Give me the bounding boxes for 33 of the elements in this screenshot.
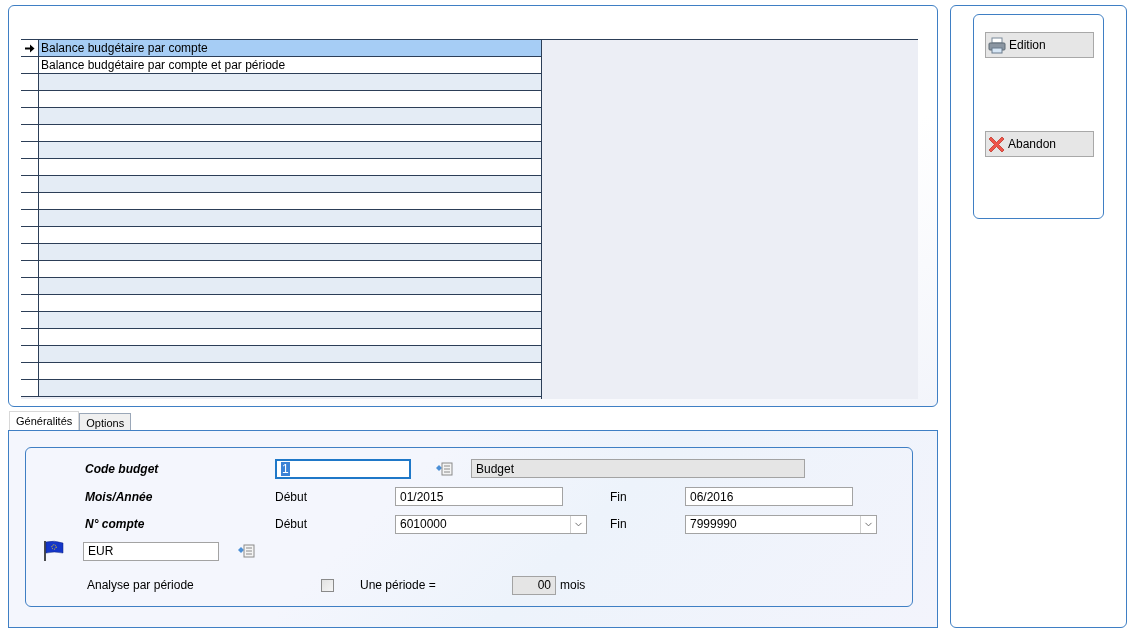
tab[interactable]: Options	[79, 413, 132, 431]
lookup-list-icon[interactable]	[435, 461, 454, 476]
field-label: Début	[275, 517, 309, 532]
field-label: Code budget	[85, 461, 160, 476]
input-field[interactable]: 06/2016	[685, 487, 853, 507]
field-label: N° compte	[85, 517, 146, 532]
action-button[interactable]: Edition	[985, 32, 1094, 58]
description-field: Budget	[471, 459, 805, 479]
action-button[interactable]: Abandon	[985, 131, 1094, 157]
report-name: Balance budgétaire par compte	[40, 40, 208, 56]
input-field[interactable]: EUR	[83, 541, 219, 561]
input-field[interactable]: 1	[275, 458, 411, 479]
cross-icon	[988, 135, 1005, 153]
field-label: Une période =	[360, 578, 437, 593]
dropdown[interactable]: 6010000	[395, 514, 587, 534]
tab[interactable]: Généralités	[9, 411, 80, 431]
printer-icon	[988, 36, 1006, 54]
field-label: Fin	[610, 489, 628, 504]
report-row[interactable]: Balance budgétaire par compte et par période	[21, 57, 541, 74]
row-pointer-icon	[24, 43, 35, 53]
field-label: Mois/Année	[85, 489, 154, 504]
field-label: Début	[275, 489, 309, 504]
input-field[interactable]: 00	[512, 575, 556, 595]
checkbox[interactable]	[321, 578, 334, 592]
field-label: Fin	[610, 517, 628, 532]
input-field[interactable]: 01/2015	[395, 487, 563, 507]
lookup-list-icon[interactable]	[237, 544, 256, 559]
report-row[interactable]: Balance budgétaire par compte	[21, 40, 541, 57]
field-label: Analyse par période	[87, 578, 195, 593]
unit-label: mois	[560, 578, 587, 593]
report-name: Balance budgétaire par compte et par période	[40, 57, 286, 73]
dropdown[interactable]: 7999990	[685, 514, 877, 534]
eu-flag-icon	[44, 540, 64, 563]
